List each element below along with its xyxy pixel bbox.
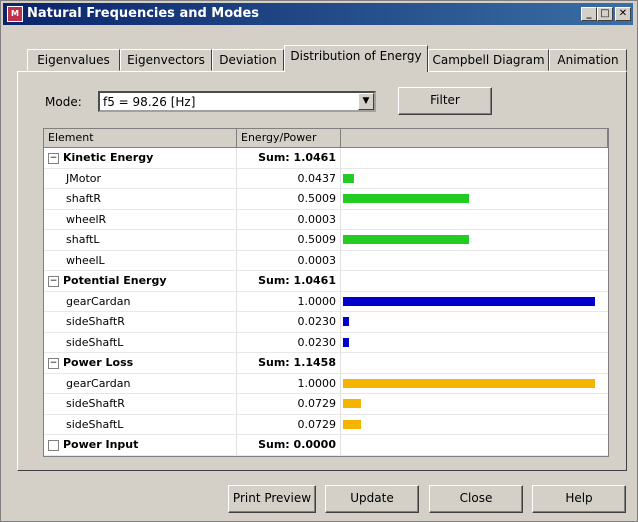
table-row[interactable]: shaftR 0.5009 <box>44 189 608 210</box>
expand-icon[interactable] <box>48 439 59 451</box>
group-row[interactable]: Power Input Sum: 0.0000 <box>44 435 608 456</box>
energy-value: 0.5009 <box>237 189 341 209</box>
mode-select-value: f5 = 98.26 [Hz] <box>103 95 196 109</box>
energy-value: 1.0000 <box>237 291 341 311</box>
energy-value: 0.0729 <box>237 394 341 414</box>
close-icon[interactable]: ✕ <box>615 7 631 21</box>
element-name-cell: wheelR <box>44 209 237 229</box>
element-name: Potential Energy <box>63 274 167 287</box>
energy-bar <box>343 399 362 408</box>
element-name: sideShaftR <box>66 397 125 410</box>
title-bar[interactable]: M Natural Frequencies and Modes _ □ ✕ <box>3 3 633 25</box>
element-name-cell: − Kinetic Energy <box>44 148 237 168</box>
table-row[interactable]: wheelL 0.0003 <box>44 250 608 271</box>
tab-distribution-of-energy[interactable]: Distribution of Energy <box>284 45 428 72</box>
element-name-cell: JMotor <box>44 168 237 188</box>
element-name-cell: shaftR <box>44 189 237 209</box>
energy-value: 0.0729 <box>237 414 341 434</box>
print-preview-button[interactable]: Print Preview <box>228 485 316 513</box>
tab-deviation[interactable]: Deviation <box>212 49 284 71</box>
element-name: Power Input <box>63 438 139 451</box>
energy-value: Sum: 0.0000 <box>237 435 341 455</box>
element-name-cell: sideShaftR <box>44 312 237 332</box>
element-name: wheelR <box>66 212 107 226</box>
energy-value: Sum: 1.1458 <box>237 353 341 373</box>
tab-animation[interactable]: Animation <box>549 49 627 71</box>
close-button[interactable]: Close <box>429 485 523 513</box>
element-name: sideShaftR <box>66 315 125 328</box>
chevron-down-icon[interactable]: ▼ <box>358 93 374 110</box>
group-row[interactable]: − Potential Energy Sum: 1.0461 <box>44 271 608 292</box>
help-button[interactable]: Help <box>532 485 626 513</box>
element-name: shaftL <box>66 233 100 246</box>
energy-bar <box>343 173 354 183</box>
tab-eigenvectors[interactable]: Eigenvectors <box>120 49 212 71</box>
natural-frequencies-window: M Natural Frequencies and Modes _ □ ✕ Ei… <box>0 0 638 522</box>
element-name: gearCardan <box>66 376 131 390</box>
table-row[interactable]: gearCardan 1.0000 <box>44 373 608 394</box>
table-row[interactable]: sideShaftR 0.0230 <box>44 312 608 333</box>
table-row[interactable]: shaftL 0.5009 <box>44 230 608 251</box>
element-name: Power Loss <box>63 356 134 369</box>
mode-select[interactable]: f5 = 98.26 [Hz] ▼ <box>98 91 376 112</box>
energy-grid[interactable]: Element Energy/Power − Kinetic Energy Sum:… <box>43 128 609 457</box>
energy-bar <box>343 337 349 347</box>
energy-value: 0.0003 <box>237 209 341 229</box>
energy-bar <box>343 317 349 326</box>
table-row[interactable]: JMotor 0.0437 <box>44 168 608 189</box>
element-name-cell: sideShaftR <box>44 394 237 414</box>
update-button[interactable]: Update <box>325 485 419 513</box>
element-name: sideShaftL <box>66 417 124 431</box>
maximize-icon[interactable]: □ <box>597 7 613 21</box>
table-row[interactable]: sideShaftL 0.0230 <box>44 332 608 353</box>
element-name-cell: gearCardan <box>44 373 237 393</box>
table-row[interactable]: sideShaftL 0.0729 <box>44 414 608 435</box>
filter-button[interactable]: Filter <box>398 87 492 115</box>
element-name: JMotor <box>66 171 102 185</box>
element-name: sideShaftL <box>66 335 124 349</box>
energy-value: 0.0230 <box>237 312 341 332</box>
collapse-icon[interactable]: − <box>48 152 59 164</box>
element-name: wheelL <box>66 253 105 267</box>
tab-campbell-diagram[interactable]: Campbell Diagram <box>428 49 549 71</box>
energy-value: 0.0003 <box>237 250 341 270</box>
group-row[interactable]: − Kinetic Energy Sum: 1.0461 <box>44 148 608 169</box>
collapse-icon[interactable]: − <box>48 357 59 369</box>
energy-value: Sum: 1.0461 <box>237 271 341 291</box>
energy-bar <box>343 194 470 203</box>
group-row[interactable]: − Power Loss Sum: 1.1458 <box>44 353 608 374</box>
column-header-bar <box>341 129 608 148</box>
app-logo-icon: M <box>7 6 23 22</box>
tab-eigenvalues[interactable]: Eigenvalues <box>27 49 120 71</box>
element-name-cell: − Potential Energy <box>44 271 237 291</box>
element-name-cell: sideShaftL <box>44 414 237 434</box>
collapse-icon[interactable]: − <box>48 275 59 287</box>
energy-value: 0.5009 <box>237 230 341 250</box>
table-row[interactable]: gearCardan 1.0000 <box>44 291 608 312</box>
energy-value: Sum: 1.0461 <box>237 148 341 168</box>
mode-label: Mode: <box>45 95 82 109</box>
energy-bar <box>343 235 470 244</box>
element-name-cell: − Power Loss <box>44 353 237 373</box>
element-name-cell: shaftL <box>44 230 237 250</box>
energy-value: 0.0230 <box>237 332 341 352</box>
column-header-element[interactable]: Element <box>44 129 237 148</box>
column-header-energy-power[interactable]: Energy/Power <box>237 129 341 148</box>
element-name-cell: Power Input <box>44 435 237 455</box>
energy-value: 0.0437 <box>237 168 341 188</box>
table-row[interactable]: sideShaftR 0.0729 <box>44 394 608 415</box>
energy-bar <box>343 378 595 388</box>
element-name-cell: sideShaftL <box>44 332 237 352</box>
element-name: shaftR <box>66 192 102 205</box>
element-name-cell: gearCardan <box>44 291 237 311</box>
element-name: gearCardan <box>66 294 131 308</box>
energy-value: 1.0000 <box>237 373 341 393</box>
energy-bar <box>343 419 362 429</box>
minimize-icon[interactable]: _ <box>581 7 597 21</box>
window-title: Natural Frequencies and Modes <box>27 6 260 21</box>
table-row[interactable]: wheelR 0.0003 <box>44 209 608 230</box>
element-name-cell: wheelL <box>44 250 237 270</box>
element-name: Kinetic Energy <box>63 151 154 164</box>
energy-bar <box>343 296 595 306</box>
